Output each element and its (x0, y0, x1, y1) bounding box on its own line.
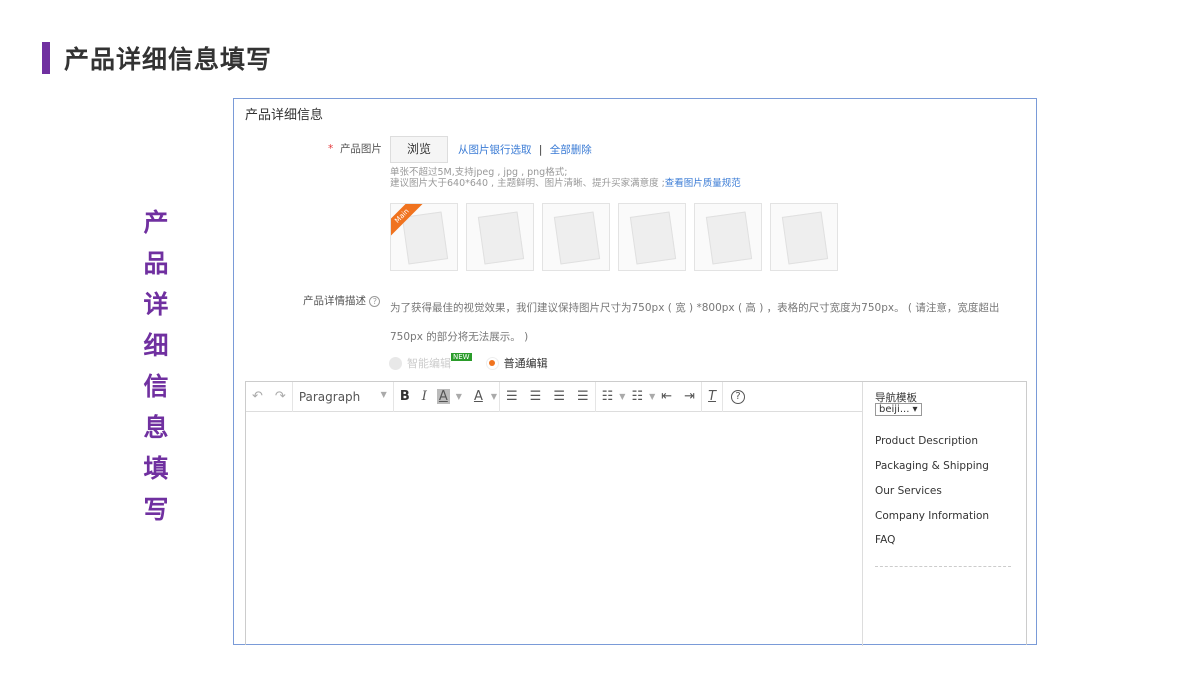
link-separator: | (538, 144, 543, 156)
image-slot-main[interactable]: Main (390, 203, 458, 271)
align-justify-icon[interactable]: ☰ (571, 389, 595, 404)
required-mark: * (328, 143, 334, 155)
desc-label: 产品详情描述 ? (303, 293, 381, 308)
image-slot[interactable] (618, 203, 686, 271)
align-right-icon[interactable]: ☰ (547, 389, 571, 404)
editor-toolbar: ↶ ↷ Paragraph ▼ B I A ▼ A ▼ ☰ ☰ ☰ ☰ ☷ ▼ ☷ ▼ ⇤… (246, 381, 862, 412)
from-image-bank-link[interactable]: 从图片银行选取 (458, 144, 532, 156)
image-placeholder-icon (553, 211, 601, 265)
highlight-color-icon[interactable]: A (436, 389, 450, 404)
hint-line-1: 单张不超过5M,支持jpeg , jpg , png格式; (390, 167, 568, 178)
nav-item-faq[interactable]: FAQ (875, 534, 895, 546)
help-icon[interactable]: ? (731, 389, 746, 404)
smart-edit-label: 智能编辑 (407, 357, 451, 370)
image-label-text: 产品图片 (339, 143, 382, 155)
image-slot[interactable] (770, 203, 838, 271)
page-title: 产品详细信息填写 (64, 45, 273, 74)
text-color-icon[interactable]: A (468, 389, 489, 404)
bullet-list-icon[interactable]: ☷ (596, 389, 620, 404)
chevron-down-icon[interactable]: ▼ (450, 392, 468, 401)
image-placeholder-icon (477, 211, 525, 265)
normal-edit-radio[interactable] (485, 356, 499, 370)
browse-button[interactable]: 浏览 (390, 136, 448, 163)
nav-item-our-services[interactable]: Our Services (875, 485, 942, 497)
nav-template-select[interactable]: beiji... ▾ (875, 403, 922, 416)
indent-icon[interactable]: ⇥ (678, 389, 701, 404)
align-left-icon[interactable]: ☰ (500, 389, 524, 404)
align-center-icon[interactable]: ☰ (524, 389, 548, 404)
format-select-value: Paragraph (298, 389, 361, 404)
chevron-down-icon[interactable]: ▼ (489, 392, 499, 401)
nav-template-value: beiji... (879, 404, 910, 415)
divider (875, 566, 1011, 567)
hint-line-2: 建议图片大于640*640 , 主题鲜明、图片清晰、提升买家满意度 ; (390, 178, 665, 189)
desc-hint: 为了获得最佳的视觉效果，我们建议保持图片尺寸为750px ( 宽 ) *800p… (390, 302, 1000, 343)
image-slot[interactable] (466, 203, 534, 271)
undo-icon[interactable]: ↶ (246, 389, 269, 404)
clear-format-icon[interactable]: T (702, 389, 722, 404)
nav-template-sidebar: 导航模板 beiji... ▾ Product Description Pack… (862, 382, 1028, 646)
format-select[interactable]: Paragraph ▼ (293, 390, 393, 404)
nav-item-company-information[interactable]: Company Information (875, 510, 989, 522)
outdent-icon[interactable]: ⇤ (655, 389, 678, 404)
smart-edit-radio[interactable] (389, 356, 402, 370)
image-placeholder-icon (781, 211, 829, 265)
numbered-list-icon[interactable]: ☷ (625, 389, 649, 404)
panel-title: 产品详细信息 (245, 108, 324, 123)
desc-label-text: 产品详情描述 (303, 295, 366, 307)
redo-icon[interactable]: ↷ (269, 389, 292, 404)
title-accent-bar (42, 42, 50, 74)
product-detail-panel: 产品详细信息 * 产品图片 浏览 从图片银行选取 | 全部删除 单张不超过5M,… (233, 98, 1037, 646)
new-badge: NEW (451, 353, 472, 361)
image-placeholder-icon (629, 211, 677, 265)
image-placeholder-icon (401, 211, 449, 265)
nav-item-product-description[interactable]: Product Description (875, 435, 978, 447)
help-icon[interactable]: ? (369, 296, 381, 307)
image-hint: 单张不超过5M,支持jpeg , jpg , png格式; 建议图片大于640*… (390, 167, 741, 189)
image-label: * 产品图片 (328, 141, 382, 156)
italic-icon[interactable]: I (416, 389, 433, 404)
nav-item-packaging-shipping[interactable]: Packaging & Shipping (875, 460, 989, 472)
chevron-down-icon: ▼ (380, 389, 387, 399)
bold-icon[interactable]: B (394, 389, 416, 404)
editor-mode: 智能编辑 NEW 普通编辑 (389, 353, 548, 371)
normal-edit-label: 普通编辑 (503, 357, 548, 370)
vertical-title: 产品详细信息填写 (143, 208, 169, 524)
delete-all-link[interactable]: 全部删除 (550, 144, 592, 156)
image-slot[interactable] (694, 203, 762, 271)
rich-text-editor[interactable]: ↶ ↷ Paragraph ▼ B I A ▼ A ▼ ☰ ☰ ☰ ☰ ☷ ▼ ☷ ▼ ⇤… (245, 381, 1028, 646)
quality-spec-link[interactable]: 查看图片质量规范 (665, 178, 741, 189)
image-placeholder-icon (705, 211, 753, 265)
image-slot[interactable] (542, 203, 610, 271)
